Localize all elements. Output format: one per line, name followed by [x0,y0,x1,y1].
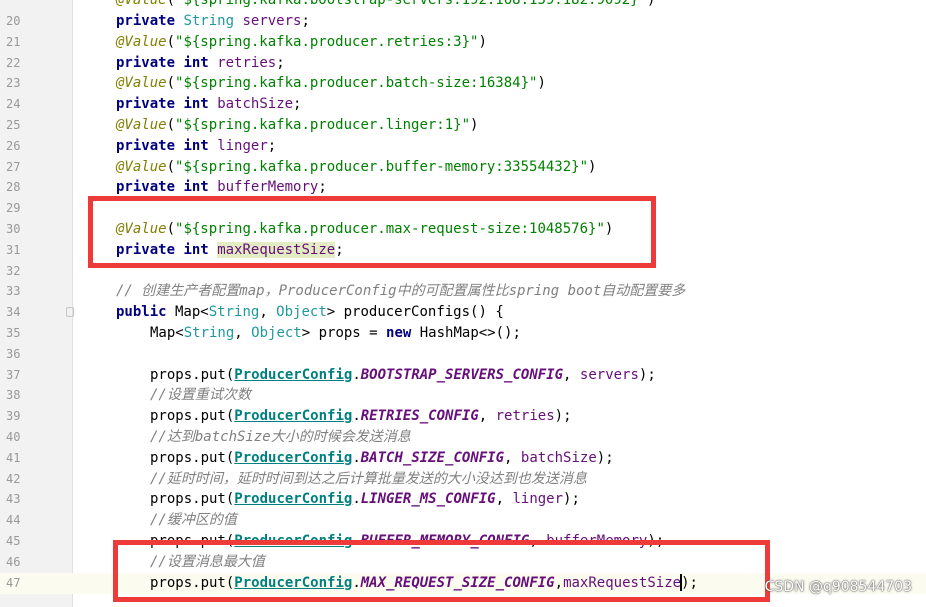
code-line: 44 //缓冲区的值 [0,510,926,531]
line-number: 33 [6,284,21,299]
line-number: 25 [6,118,21,132]
line-number: 35 [6,326,21,340]
line-number: 47 [6,575,21,590]
line-number: 29 [6,201,21,216]
code-text: public Map<String, Object> producerConfi… [116,304,504,321]
code-text: //达到batchSize大小的时候会发送消息 [150,429,411,445]
code-text: //缓冲区的值 [150,512,237,529]
line-number: 22 [6,55,21,70]
code-line: 43 props.put(ProducerConfig.LINGER_MS_CON… [0,489,926,510]
code-text: private int linger; [116,137,277,154]
code-line: 35 Map<String, Object> props = new HashMa… [0,323,926,344]
line-number: 37 [6,367,21,382]
highlight-box-field [88,196,656,268]
code-line: 33 // 创建生产者配置map，ProducerConfig中的可配置属性比sp… [0,281,926,302]
code-text: @Value("${spring.kafka.producer.buffer-m… [116,158,597,175]
line-number: 31 [6,242,21,257]
code-line: 38 //设置重试次数 [0,385,926,406]
code-text: props.put(ProducerConfig.BOOTSTRAP_SERVE… [150,366,656,383]
highlight-box-put [113,540,770,602]
code-line: 26 private int linger; [0,136,926,157]
line-number: 32 [6,263,21,278]
code-line: 23 @Value("${spring.kafka.producer.batch-… [0,73,926,94]
line-number: 27 [6,159,21,174]
code-text: private int retries; [116,54,285,71]
code-text: props.put(ProducerConfig.LINGER_MS_CONFI… [150,491,580,508]
code-text: // 创建生产者配置map，ProducerConfig中的可配置属性比spri… [116,283,686,300]
line-number: 20 [6,14,21,28]
line-number: 36 [6,346,21,361]
code-text: props.put(ProducerConfig.BATCH_SIZE_CONF… [150,449,614,466]
watermark: CSDN @q908544703 [764,579,912,595]
code-line: 21 @Value("${spring.kafka.producer.retrie… [0,32,926,53]
line-number: 38 [6,388,21,403]
code-line: 20 private String servers; [0,11,926,32]
code-editor[interactable]: @Value("${spring.kafka.bootstrap-servers… [0,0,926,607]
code-line: 42 //延时时间，延时时间到达之后计算批量发送的大小没达到也发送消息 [0,469,926,490]
code-text: Map<String, Object> props = new HashMap<… [150,325,521,341]
code-text: @Value("${spring.kafka.producer.linger:1… [116,117,479,133]
code-text: //延时时间，延时时间到达之后计算批量发送的大小没达到也发送消息 [150,470,587,487]
code-line: 37 props.put(ProducerConfig.BOOTSTRAP_SER… [0,365,926,386]
code-line: 39 props.put(ProducerConfig.RETRIES_CONFI… [0,406,926,427]
line-number: 46 [6,554,21,569]
code-text: @Value("${spring.kafka.producer.batch-si… [116,75,546,92]
code-line: 22 private int retries; [0,53,926,74]
code-line: 27 @Value("${spring.kafka.producer.buffer… [0,157,926,178]
line-number: 30 [6,222,21,236]
code-line: 34 public Map<String, Object> producerCon… [0,302,926,323]
code-line: 36 [0,344,926,365]
line-number: 45 [6,534,21,548]
fold-marker-icon[interactable] [66,307,74,318]
line-number: 34 [6,305,21,320]
line-number: 40 [6,430,21,444]
line-number: 44 [6,513,21,528]
code-line: 24 private int batchSize; [0,94,926,115]
code-text: private String servers; [116,13,310,29]
line-number: 23 [6,76,21,91]
code-text: //设置重试次数 [150,387,251,404]
line-number: 43 [6,492,21,507]
code-text: @Value("${spring.kafka.producer.retries:… [116,33,487,50]
line-number: 28 [6,180,21,195]
line-number: 41 [6,450,21,465]
code-text: props.put(ProducerConfig.RETRIES_CONFIG,… [150,408,572,425]
code-text: private int batchSize; [116,96,302,113]
code-line: 40 //达到batchSize大小的时候会发送消息 [0,427,926,448]
line-number: 24 [6,97,21,112]
line-number: 26 [6,138,21,153]
code-line: 25 @Value("${spring.kafka.producer.linger… [0,115,926,136]
code-text: @Value("${spring.kafka.bootstrap-servers… [116,0,656,9]
code-line: 41 props.put(ProducerConfig.BATCH_SIZE_CO… [0,448,926,469]
code-line: @Value("${spring.kafka.bootstrap-servers… [0,0,926,11]
line-number: 42 [6,471,21,486]
line-number: 21 [6,34,21,49]
line-number: 39 [6,409,21,424]
